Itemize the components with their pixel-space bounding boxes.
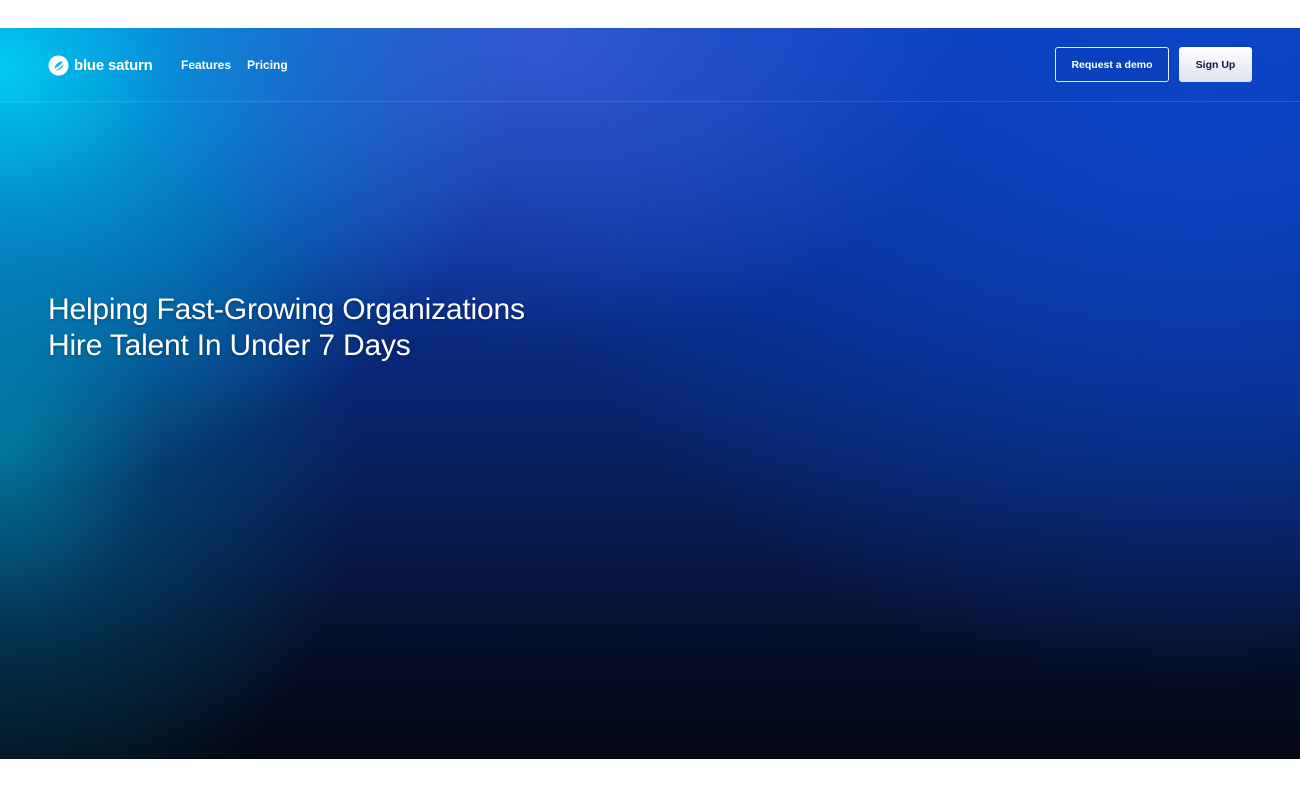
top-navbar: blue saturn Features Pricing Request a d… (0, 28, 1300, 102)
saturn-logo-icon (48, 55, 69, 75)
brand-name: blue saturn (74, 56, 153, 74)
hero-section: blue saturn Features Pricing Request a d… (0, 28, 1300, 759)
hero-headline: Helping Fast-Growing Organizations Hire … (48, 292, 668, 364)
page: blue saturn Features Pricing Request a d… (0, 0, 1300, 788)
primary-nav: Features Pricing (181, 58, 288, 72)
sign-up-button[interactable]: Sign Up (1179, 47, 1252, 82)
brand-logo-link[interactable]: blue saturn (48, 54, 153, 76)
hero-headline-line-1: Helping Fast-Growing Organizations (48, 293, 525, 326)
nav-link-features[interactable]: Features (181, 58, 231, 72)
request-demo-button[interactable]: Request a demo (1055, 47, 1169, 82)
nav-link-pricing[interactable]: Pricing (247, 58, 288, 72)
hero-headline-line-2: Hire Talent In Under 7 Days (48, 329, 411, 362)
